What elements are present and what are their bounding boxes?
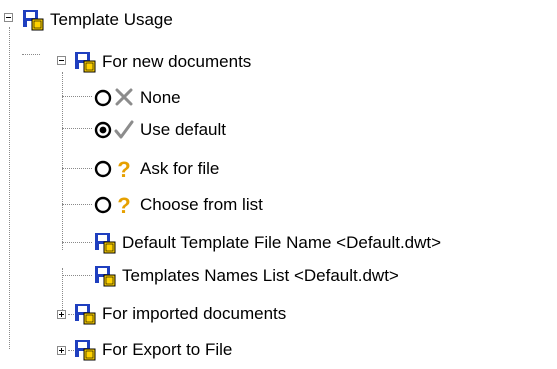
radio-unselected-icon (94, 196, 112, 214)
tree-node-label: Default Template File Name <Default.dwt> (122, 233, 442, 252)
settings-sheet-icon (94, 265, 116, 287)
tree-branch-line (22, 54, 40, 55)
svg-text:?: ? (117, 194, 130, 216)
tree-node-templates-names-list[interactable]: Templates Names List <Default.dwt> (94, 262, 399, 290)
tree-branch-line (62, 275, 92, 276)
radio-option-none[interactable]: None (94, 84, 181, 112)
radio-selected-icon (94, 121, 112, 139)
radio-unselected-icon (94, 160, 112, 178)
tree-node-label: Templates Names List <Default.dwt> (122, 266, 399, 285)
expand-toggle-for-export-to-file[interactable] (57, 346, 66, 355)
tree-node-label: For imported documents (102, 304, 287, 323)
radio-option-label: Choose from list (140, 195, 263, 214)
tree-branch-line (62, 242, 92, 243)
collapse-toggle-for-new-documents[interactable] (57, 56, 66, 65)
radio-unselected-icon (94, 89, 112, 107)
radio-option-label: Ask for file (140, 159, 220, 178)
tree-node-label: For new documents (102, 52, 252, 71)
question-icon: ? (114, 194, 134, 216)
tree-guide-line (62, 72, 63, 250)
tree-branch-line (62, 168, 92, 169)
expand-toggle-for-imported-documents[interactable] (57, 310, 66, 319)
radio-option-label: Use default (140, 120, 226, 139)
radio-option-ask-for-file[interactable]: ? Ask for file (94, 155, 219, 183)
check-icon (114, 119, 134, 141)
question-icon: ? (114, 158, 134, 180)
radio-option-choose-from-list[interactable]: ? Choose from list (94, 191, 263, 219)
tree-branch-line (62, 204, 92, 205)
settings-sheet-icon (22, 9, 44, 31)
settings-sheet-icon (74, 51, 96, 73)
tree-node-for-export-to-file[interactable]: For Export to File (74, 336, 232, 364)
settings-sheet-icon (74, 339, 96, 361)
settings-sheet-icon (74, 303, 96, 325)
cross-icon (114, 87, 134, 109)
tree-node-for-new-documents[interactable]: For new documents (74, 48, 251, 76)
settings-sheet-icon (94, 232, 116, 254)
tree-branch-line (62, 96, 92, 97)
options-tree: Template Usage For new documents None Us… (0, 0, 557, 369)
radio-option-use-default[interactable]: Use default (94, 116, 226, 144)
tree-node-label: For Export to File (102, 340, 233, 359)
tree-node-for-imported-documents[interactable]: For imported documents (74, 300, 286, 328)
collapse-toggle-template-usage[interactable] (4, 13, 13, 22)
tree-branch-line (62, 128, 92, 129)
tree-node-default-template-file-name[interactable]: Default Template File Name <Default.dwt> (94, 229, 441, 257)
tree-guide-line (9, 27, 10, 349)
tree-node-template-usage[interactable]: Template Usage (22, 6, 173, 34)
svg-text:?: ? (117, 158, 130, 180)
radio-option-label: None (140, 88, 181, 107)
tree-node-label: Template Usage (50, 10, 173, 29)
